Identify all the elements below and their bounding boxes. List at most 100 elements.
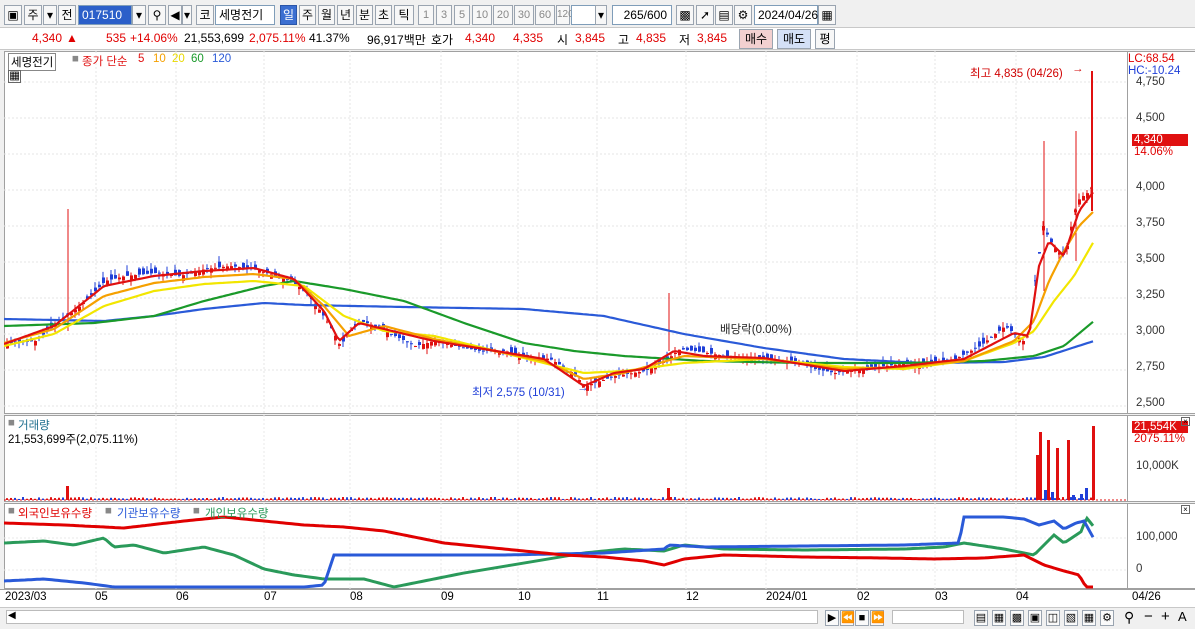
bid-price: 4,335 (513, 31, 544, 45)
candle-body (694, 347, 697, 351)
candle-body (978, 341, 981, 347)
legend-square-icon: ■ (72, 53, 79, 65)
volume-bar (622, 497, 624, 500)
period-week-button[interactable]: 주 (299, 5, 316, 25)
gear-icon[interactable]: ⚙ (734, 5, 752, 25)
ask-price: 4,340 (465, 31, 496, 45)
speaker-dropdown-icon[interactable]: ▾ (182, 5, 192, 25)
candle-body (1046, 232, 1049, 235)
sell-button[interactable]: 매도 (777, 29, 811, 49)
interval-5-button[interactable]: 5 (454, 5, 470, 25)
volume-bar (558, 497, 560, 500)
interval-20-button[interactable]: 20 (493, 5, 513, 25)
stop-icon[interactable]: ■ (855, 610, 869, 626)
stock-name-field[interactable]: 세명전기 (215, 5, 275, 25)
layout-icon[interactable]: ▣ (4, 5, 22, 25)
save-icon[interactable]: ▤ (715, 5, 733, 25)
volume-bar (510, 498, 512, 500)
candle-type-icon[interactable]: ▩ (676, 5, 694, 25)
volume-spike-bar (1047, 440, 1050, 500)
candle-body (142, 268, 145, 275)
price-chart[interactable] (4, 51, 1128, 414)
volume-bar (98, 498, 100, 500)
interval-10-button[interactable]: 10 (472, 5, 492, 25)
holders-close-icon[interactable]: × (1181, 505, 1190, 514)
interval-120-button[interactable]: 120 (556, 5, 574, 25)
volume-bar (898, 498, 900, 500)
volume-bar (846, 498, 848, 500)
period-day-button[interactable]: 일 (280, 5, 297, 25)
volume-bar (750, 498, 752, 500)
volume-bar (454, 498, 456, 500)
print-icon[interactable]: ◫ (1046, 610, 1060, 626)
buy-button[interactable]: 매수 (739, 29, 773, 49)
moving-average-line (4, 211, 1094, 380)
candle-body (234, 264, 237, 267)
period-second-button[interactable]: 초 (375, 5, 392, 25)
scroll-left-icon[interactable]: ◀ (8, 610, 16, 621)
count-field[interactable]: 265/600 (612, 5, 672, 25)
interval-1-button[interactable]: 1 (418, 5, 434, 25)
zoom-slider[interactable] (892, 610, 964, 624)
volume-bar (646, 498, 648, 500)
jeon-button[interactable]: 전 (58, 5, 76, 25)
speaker-icon[interactable]: ◀ (168, 5, 182, 25)
grid-toggle-icon[interactable]: ▦ (8, 70, 21, 83)
candle-body (362, 320, 365, 322)
volume-bar (302, 497, 304, 500)
x-tick-11: 11 (597, 591, 609, 603)
zoom-search-icon[interactable]: ⚲ (1124, 609, 1134, 626)
candle-body (610, 376, 613, 378)
price-change-pct: +14.06% (130, 31, 178, 45)
export-icon[interactable]: ▧ (1064, 610, 1078, 626)
volume-bar (54, 498, 56, 500)
volume-bar (362, 498, 364, 500)
stock-code-input[interactable]: 017510 (78, 5, 132, 25)
rewind-icon[interactable]: ⏪ (840, 610, 855, 626)
volume-bar (826, 497, 828, 500)
candle-body (34, 341, 37, 346)
grid-icon[interactable]: ▣ (1028, 610, 1042, 626)
volume-close-icon[interactable]: × (1181, 417, 1190, 426)
period-tick-button[interactable]: 틱 (394, 5, 414, 25)
interval-60-button[interactable]: 60 (535, 5, 555, 25)
low-label: 저 (679, 33, 691, 47)
settings-small-icon[interactable]: ⚙ (1100, 610, 1114, 626)
period-month-button[interactable]: 월 (318, 5, 335, 25)
volume-bar (582, 498, 584, 500)
horizontal-scrollbar[interactable] (6, 610, 818, 624)
coin-button[interactable]: 코 (196, 5, 214, 25)
compare-icon[interactable]: ▩ (1010, 610, 1024, 626)
volume-chart[interactable] (4, 415, 1128, 502)
indicator-add-icon[interactable]: ▦ (992, 610, 1006, 626)
candle-body (674, 353, 677, 354)
search-icon[interactable]: ⚲ (148, 5, 166, 25)
interval-3-button[interactable]: 3 (436, 5, 452, 25)
code-dropdown-icon[interactable]: ▾ (132, 5, 146, 25)
date-input[interactable]: 2024/04/26 (754, 5, 818, 25)
period-minute-button[interactable]: 분 (356, 5, 373, 25)
zoom-out-icon[interactable]: − (1144, 608, 1153, 625)
up-arrow-icon: ▲ (66, 31, 78, 45)
candle-body (422, 344, 425, 349)
calendar-icon[interactable]: ▦ (818, 5, 836, 25)
interval-30-button[interactable]: 30 (514, 5, 534, 25)
volume-bar (318, 497, 320, 500)
x-tick-07: 07 (264, 591, 277, 603)
font-size-icon[interactable]: A (1178, 609, 1187, 624)
fast-forward-icon[interactable]: ⏩ (870, 610, 885, 626)
interval-3-label: 3 (440, 9, 448, 21)
market-select[interactable]: 주 (24, 5, 42, 25)
layout-split-icon[interactable]: ▤ (974, 610, 988, 626)
market-dropdown-icon[interactable]: ▾ (43, 5, 57, 25)
x-tick-12: 12 (686, 591, 699, 603)
draw-tool-icon[interactable]: ➚ (696, 5, 714, 25)
table-icon[interactable]: ▦ (1082, 610, 1096, 626)
period-year-button[interactable]: 년 (337, 5, 354, 25)
interval-dropdown-icon[interactable]: ▾ (595, 5, 607, 25)
eval-button[interactable]: 평 (815, 29, 835, 49)
volume-bar (674, 497, 676, 500)
scroll-right-icon[interactable]: ▶ (825, 610, 839, 626)
volume-bar (734, 498, 736, 500)
zoom-in-icon[interactable]: + (1161, 608, 1170, 625)
